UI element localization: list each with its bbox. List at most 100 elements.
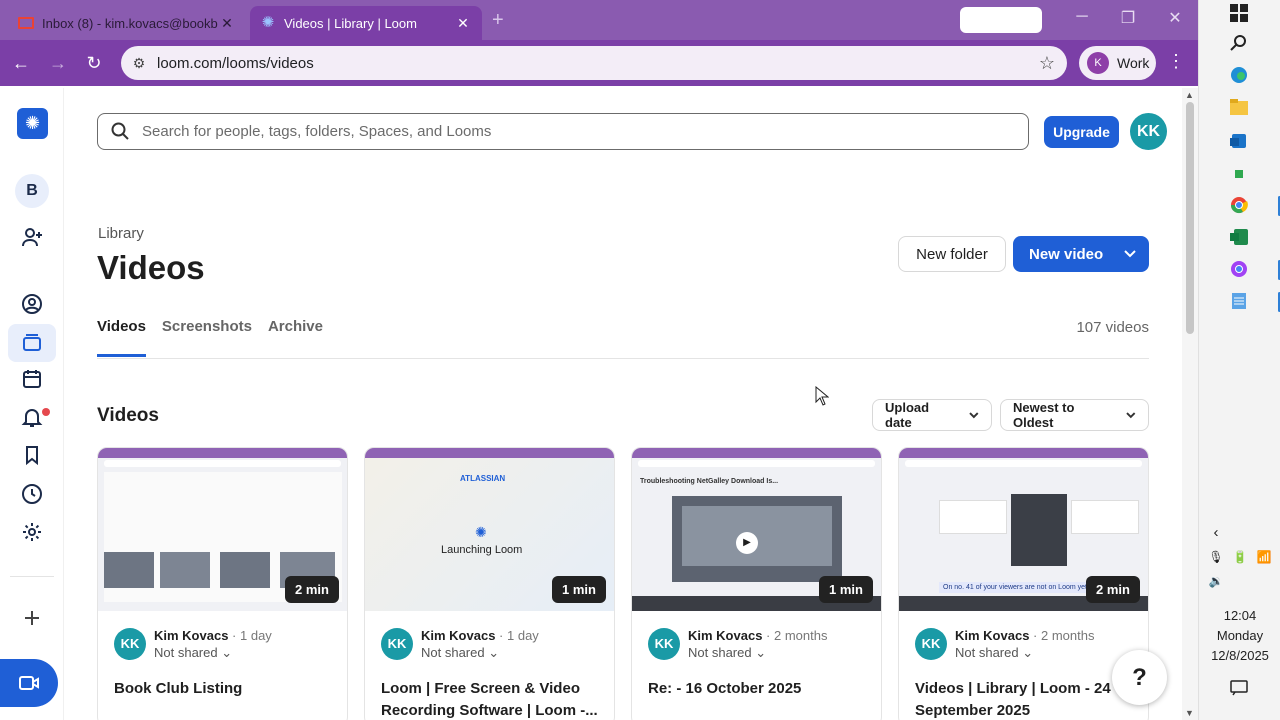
close-icon[interactable]: ✕ bbox=[218, 15, 236, 32]
url-text[interactable]: loom.com/looms/videos bbox=[157, 55, 1027, 72]
windows-taskbar: ‹ 🎙 🔋 📶 🔉 12:04 Monday 12/8/2025 bbox=[1198, 0, 1280, 720]
edge-icon[interactable] bbox=[1228, 66, 1250, 88]
browser-menu-icon[interactable]: ⋮ bbox=[1166, 51, 1186, 72]
video-thumbnail[interactable]: On no. 41 of your viewers are not on Loo… bbox=[899, 448, 1148, 611]
new-video-button[interactable]: New video bbox=[1013, 236, 1149, 272]
video-thumbnail[interactable]: 2 min bbox=[98, 448, 347, 611]
green-app-icon[interactable] bbox=[1228, 164, 1250, 186]
gmail-icon bbox=[18, 17, 34, 29]
tab-videos[interactable]: Videos bbox=[97, 318, 146, 357]
battery-icon[interactable]: 🔋 bbox=[1229, 546, 1251, 568]
video-thumbnail[interactable]: ATLASSIAN ✺ Launching Loom 1 min bbox=[365, 448, 614, 611]
wifi-icon[interactable]: 📶 bbox=[1253, 546, 1275, 568]
file-explorer-icon[interactable] bbox=[1228, 99, 1250, 121]
video-thumbnail[interactable]: Troubleshooting NetGalley Download Is...… bbox=[632, 448, 881, 611]
notepad-icon[interactable] bbox=[1228, 292, 1250, 314]
record-video-button[interactable] bbox=[0, 659, 58, 707]
help-button[interactable]: ? bbox=[1112, 650, 1167, 705]
upload-age: 2 months bbox=[1041, 628, 1095, 643]
invite-user-icon[interactable] bbox=[20, 226, 44, 250]
forward-icon[interactable]: → bbox=[46, 51, 70, 75]
bookmark-star-icon[interactable]: ☆ bbox=[1027, 53, 1067, 74]
video-card[interactable]: Troubleshooting NetGalley Download Is...… bbox=[631, 447, 882, 720]
sort-order-dropdown[interactable]: Newest to Oldest bbox=[1000, 399, 1149, 431]
calendar-icon[interactable] bbox=[20, 368, 44, 392]
play-icon[interactable]: ▶ bbox=[736, 532, 758, 554]
browser-toolbar: ← → ↻ ⚙ loom.com/looms/videos ☆ K Work ⋮ bbox=[0, 40, 1198, 86]
search-icon[interactable] bbox=[1228, 34, 1250, 56]
clock-time[interactable]: 12:04 bbox=[1199, 608, 1280, 623]
video-card[interactable]: 2 min KK Kim Kovacs · 1 day Not shared ⌄… bbox=[97, 447, 348, 720]
author-avatar: KK bbox=[648, 628, 680, 660]
video-count: 107 videos bbox=[1076, 319, 1149, 336]
sort-order-label: Newest to Oldest bbox=[1013, 400, 1075, 430]
loom-logo-icon[interactable]: ✺ bbox=[17, 108, 48, 139]
minimize-button[interactable]: ─ bbox=[1067, 8, 1097, 26]
sort-field-label: Upload date bbox=[885, 400, 930, 430]
scrollbar-thumb[interactable] bbox=[1186, 102, 1194, 334]
breadcrumb[interactable]: Library bbox=[98, 225, 144, 242]
video-card[interactable]: ATLASSIAN ✺ Launching Loom 1 min KK Kim … bbox=[364, 447, 615, 720]
tab-gmail[interactable]: Inbox (8) - kim.kovacs@bookbr ✕ bbox=[8, 6, 246, 40]
share-status[interactable]: Not shared ⌄ bbox=[154, 645, 232, 661]
new-tab-button[interactable]: + bbox=[492, 9, 504, 32]
chrome-icon[interactable] bbox=[1228, 196, 1250, 218]
notifications-icon[interactable] bbox=[20, 406, 44, 430]
share-status[interactable]: Not shared ⌄ bbox=[688, 645, 766, 661]
video-title[interactable]: Videos | Library | Loom - 24 September 2… bbox=[915, 678, 1137, 720]
chrome-profile-icon[interactable] bbox=[1228, 260, 1250, 282]
notifications-center-icon[interactable] bbox=[1228, 680, 1250, 702]
profile-button[interactable]: K Work bbox=[1079, 46, 1156, 80]
outlook-icon[interactable] bbox=[1228, 132, 1250, 154]
reload-icon[interactable]: ↻ bbox=[82, 51, 106, 75]
search-input[interactable] bbox=[142, 123, 1002, 140]
clock-date[interactable]: 12/8/2025 bbox=[1199, 648, 1280, 663]
video-title[interactable]: Loom | Free Screen & Video Recording Sof… bbox=[381, 678, 603, 720]
add-icon[interactable] bbox=[20, 609, 44, 633]
chevron-left-icon[interactable]: ‹ bbox=[1205, 522, 1227, 544]
video-title[interactable]: Re: - 16 October 2025 bbox=[648, 678, 870, 700]
author-name[interactable]: Kim Kovacs bbox=[154, 628, 228, 643]
scroll-down-icon[interactable]: ▼ bbox=[1185, 708, 1194, 718]
close-icon[interactable]: ✕ bbox=[454, 15, 472, 32]
tab-screenshots[interactable]: Screenshots bbox=[162, 318, 252, 357]
user-avatar[interactable]: KK bbox=[1130, 113, 1167, 150]
author-avatar: KK bbox=[381, 628, 413, 660]
library-icon[interactable] bbox=[20, 331, 44, 355]
thumb-brand: ATLASSIAN bbox=[460, 474, 506, 483]
author-avatar: KK bbox=[114, 628, 146, 660]
restore-button[interactable]: ❐ bbox=[1113, 8, 1143, 28]
back-icon[interactable]: ← bbox=[9, 51, 33, 75]
site-settings-icon[interactable]: ⚙ bbox=[121, 55, 157, 72]
left-rail: ✺ B bbox=[0, 88, 64, 720]
microphone-icon[interactable]: 🎙 bbox=[1205, 546, 1227, 568]
tab-loom[interactable]: ✺ Videos | Library | Loom ✕ bbox=[250, 6, 482, 40]
settings-gear-icon[interactable] bbox=[20, 521, 44, 545]
address-bar[interactable]: ⚙ loom.com/looms/videos ☆ bbox=[121, 46, 1067, 80]
share-status[interactable]: Not shared ⌄ bbox=[955, 645, 1033, 661]
share-status[interactable]: Not shared ⌄ bbox=[421, 645, 499, 661]
sort-field-dropdown[interactable]: Upload date bbox=[872, 399, 992, 431]
workspace-switcher[interactable]: B bbox=[15, 174, 49, 208]
profile-icon[interactable] bbox=[20, 293, 44, 317]
tab-archive[interactable]: Archive bbox=[268, 318, 323, 357]
clock-day[interactable]: Monday bbox=[1199, 628, 1280, 643]
scroll-up-icon[interactable]: ▲ bbox=[1185, 90, 1194, 100]
volume-icon[interactable]: 🔉 bbox=[1205, 570, 1227, 592]
search-bar[interactable] bbox=[97, 113, 1029, 150]
author-name[interactable]: Kim Kovacs bbox=[421, 628, 495, 643]
chevron-down-icon bbox=[969, 412, 979, 419]
tab-title: Inbox (8) - kim.kovacs@bookbr bbox=[42, 15, 218, 31]
excel-icon[interactable] bbox=[1228, 228, 1250, 250]
video-title[interactable]: Book Club Listing bbox=[114, 678, 336, 700]
section-title: Videos bbox=[97, 405, 159, 426]
bookmark-icon[interactable] bbox=[20, 444, 44, 468]
windows-start-icon[interactable] bbox=[1228, 4, 1250, 26]
new-folder-button[interactable]: New folder bbox=[898, 236, 1006, 272]
close-window-button[interactable]: ✕ bbox=[1160, 8, 1190, 28]
page-scrollbar[interactable]: ▲ ▼ bbox=[1182, 88, 1198, 720]
upgrade-button[interactable]: Upgrade bbox=[1044, 116, 1119, 148]
history-icon[interactable] bbox=[20, 483, 44, 507]
author-name[interactable]: Kim Kovacs bbox=[688, 628, 762, 643]
author-name[interactable]: Kim Kovacs bbox=[955, 628, 1029, 643]
